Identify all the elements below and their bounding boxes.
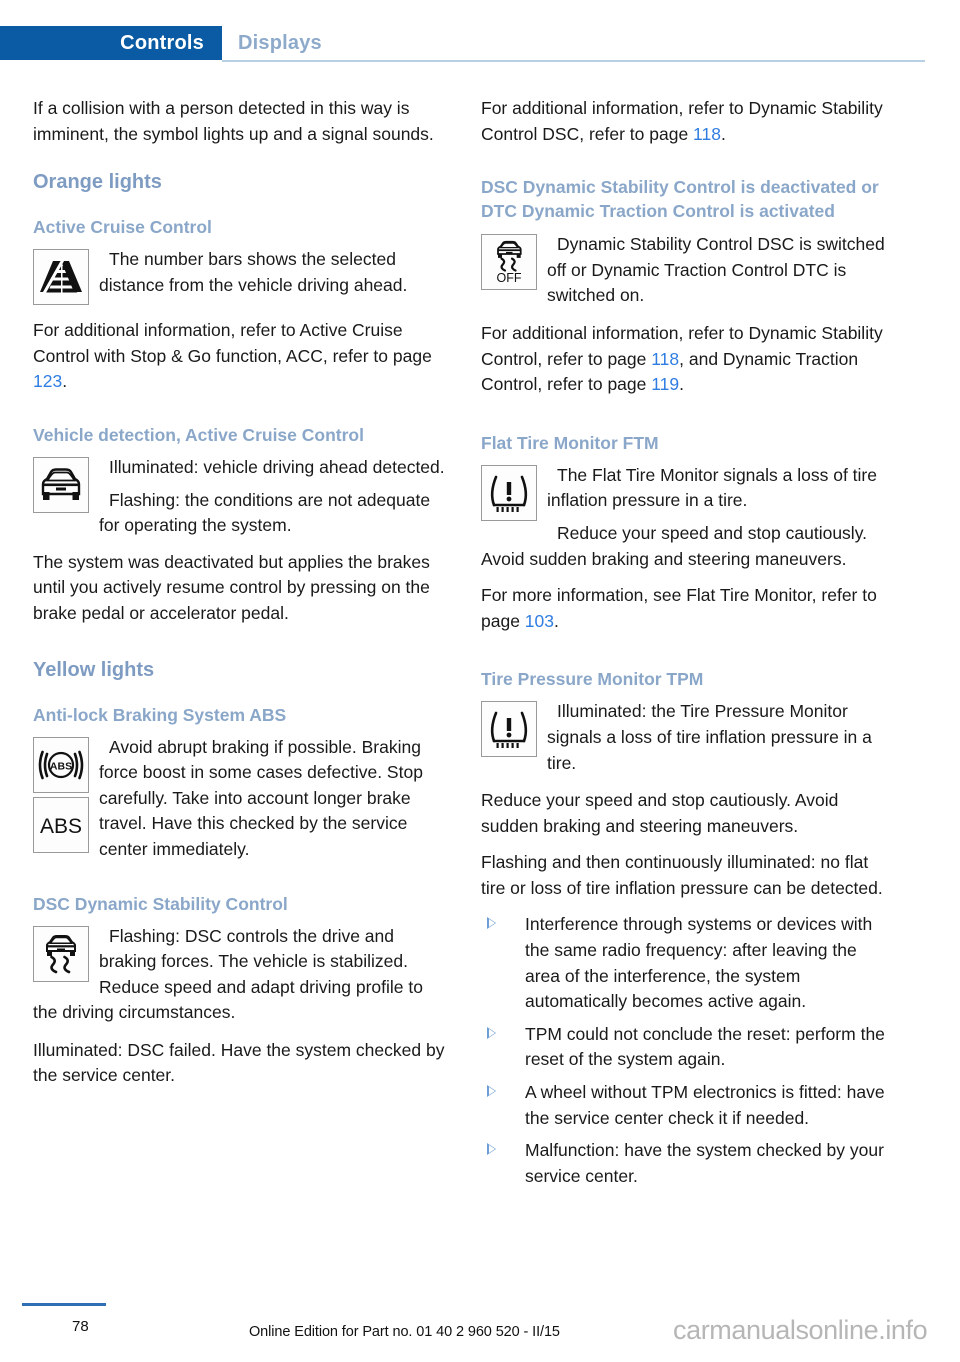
list-item-text: A wheel without TPM electronics is fitte… (525, 1082, 885, 1128)
dsc-off-icon: OFF (481, 234, 537, 291)
list-item: TPM could not conclude the reset: perfor… (481, 1022, 893, 1073)
tpm-bullet-list: Interference through systems or devices … (481, 912, 893, 1189)
ftm-icon-block: The Flat Tire Monitor signals a loss of … (481, 463, 893, 572)
tpm-reduce-text: Reduce your speed and stop cautiously. A… (481, 790, 839, 836)
acc-followup-paragraph: For additional information, refer to Act… (33, 318, 445, 395)
acc-followup-post: . (62, 371, 68, 392)
watermark: carmanualsonline.info (673, 1315, 928, 1345)
ftm-icon-text: The Flat Tire Monitor signals a loss of … (547, 464, 877, 511)
vehicle-detection-icon-text: Illuminated: vehicle driving ahead detec… (109, 456, 445, 477)
ftm-ref-post: . (554, 610, 559, 631)
page-reference-119[interactable]: 119 (651, 374, 679, 394)
distance-bars-icon (33, 249, 89, 306)
car-front-icon (33, 456, 89, 513)
ftm-reference-paragraph: For more information, see Flat Tire Moni… (481, 583, 893, 634)
list-item-text: Malfunction: have the system checked by … (525, 1140, 884, 1186)
abs-icon-text: Avoid abrupt braking if possible. Brakin… (99, 736, 423, 859)
subheading-flat-tire-monitor: Flat Tire Monitor FTM (481, 432, 659, 453)
ftm-reduce-text: Reduce your speed and stop cautiously. A… (481, 522, 868, 569)
vehicle-detection-icon-block: Illuminated: vehicle driving ahead detec… (33, 455, 445, 539)
page-number: 78 (72, 1318, 89, 1335)
dsc-off-ref-post: . (679, 374, 685, 395)
subheading-abs: Anti-lock Braking System ABS (33, 704, 287, 725)
dsc-off-icon-block: OFF Dynamic Stability Control DSC is swi… (481, 232, 893, 309)
dsc-off-label: OFF (497, 271, 522, 285)
acc-followup-pre: For additional information, refer to Act… (33, 320, 432, 366)
tab-controls[interactable]: Controls (0, 26, 222, 60)
dsc-off-icon-text: Dynamic Stability Control DSC is switche… (547, 234, 885, 306)
vehicle-detection-flashing-text: Flashing: the conditions are not adequat… (99, 489, 431, 536)
subheading-dsc-deactivated: DSC Dynamic Stability Control is deactiv… (481, 177, 879, 222)
vehicle-detection-body: The system was deactivated but applies t… (33, 551, 430, 623)
svg-text:ABS: ABS (40, 815, 82, 838)
acc-icon-block: The number bars shows the selected dista… (33, 247, 445, 307)
dsc-icon-block: Flashing: DSC controls the drive and bra… (33, 924, 445, 1026)
triangle-bullet-icon (487, 1085, 496, 1098)
abs-brake-warning-icon: ABS (33, 736, 89, 793)
list-item: A wheel without TPM electronics is fitte… (481, 1080, 893, 1131)
list-item: Interference through systems or devices … (481, 912, 893, 1014)
dsc-ref-pre: For additional information, refer to Dyn… (481, 98, 883, 144)
dsc-reference-paragraph: For additional information, refer to Dyn… (481, 96, 893, 147)
dsc-skid-icon (33, 925, 89, 982)
list-item-text: Interference through systems or devices … (525, 914, 873, 1012)
footer-divider (22, 1303, 106, 1306)
page-reference-118-b[interactable]: 118 (651, 349, 679, 369)
tpm-flashing-text: Flashing and then continuously illuminat… (481, 852, 883, 898)
intro-paragraph: If a collision with a person detected in… (33, 98, 434, 144)
tire-pressure-warning-icon (481, 464, 537, 521)
subheading-dsc: DSC Dynamic Stability Control (33, 893, 288, 914)
tpm-icon-text: Illuminated: the Tire Pressure Monitor s… (547, 701, 872, 773)
list-item: Malfunction: have the system checked by … (481, 1138, 893, 1189)
triangle-bullet-icon (487, 917, 496, 930)
tire-pressure-warning-icon (481, 701, 537, 758)
dsc-body: Illuminated: DSC failed. Have the system… (33, 1039, 445, 1086)
left-column: If a collision with a person detected in… (33, 96, 445, 1100)
tab-displays[interactable]: Displays (238, 26, 322, 60)
page-header: Controls Displays (0, 26, 960, 60)
section-heading-yellow-lights: Yellow lights (33, 658, 155, 681)
header-divider (222, 60, 925, 62)
list-item-text: TPM could not conclude the reset: perfor… (525, 1023, 885, 1070)
subheading-active-cruise-control: Active Cruise Control (33, 217, 212, 238)
dsc-off-reference-paragraph: For additional information, refer to Dyn… (481, 321, 893, 398)
section-heading-orange-lights: Orange lights (33, 171, 162, 194)
dsc-icon-text: Flashing: DSC controls the drive and bra… (33, 925, 423, 1023)
triangle-bullet-icon (487, 1143, 496, 1156)
page-reference-103[interactable]: 103 (525, 611, 554, 631)
dsc-ref-post: . (720, 123, 726, 144)
triangle-bullet-icon (487, 1026, 496, 1039)
abs-label-icon: ABS (33, 796, 89, 853)
acc-icon-text: The number bars shows the selected dista… (99, 249, 408, 295)
subheading-tire-pressure-monitor: Tire Pressure Monitor TPM (481, 669, 704, 690)
tpm-icon-block: Illuminated: the Tire Pressure Monitor s… (481, 699, 893, 776)
abs-icon-block: ABS ABS Avoid abrupt braking if possible… (33, 735, 445, 863)
page-reference-123[interactable]: 123 (33, 371, 62, 391)
edition-notice: Online Edition for Part no. 01 40 2 960 … (249, 1324, 560, 1340)
right-column: For additional information, refer to Dyn… (481, 96, 893, 1196)
page-reference-118-a[interactable]: 118 (693, 124, 721, 144)
svg-text:ABS: ABS (50, 760, 72, 772)
subheading-vehicle-detection: Vehicle detection, Active Cruise Control (33, 424, 364, 445)
